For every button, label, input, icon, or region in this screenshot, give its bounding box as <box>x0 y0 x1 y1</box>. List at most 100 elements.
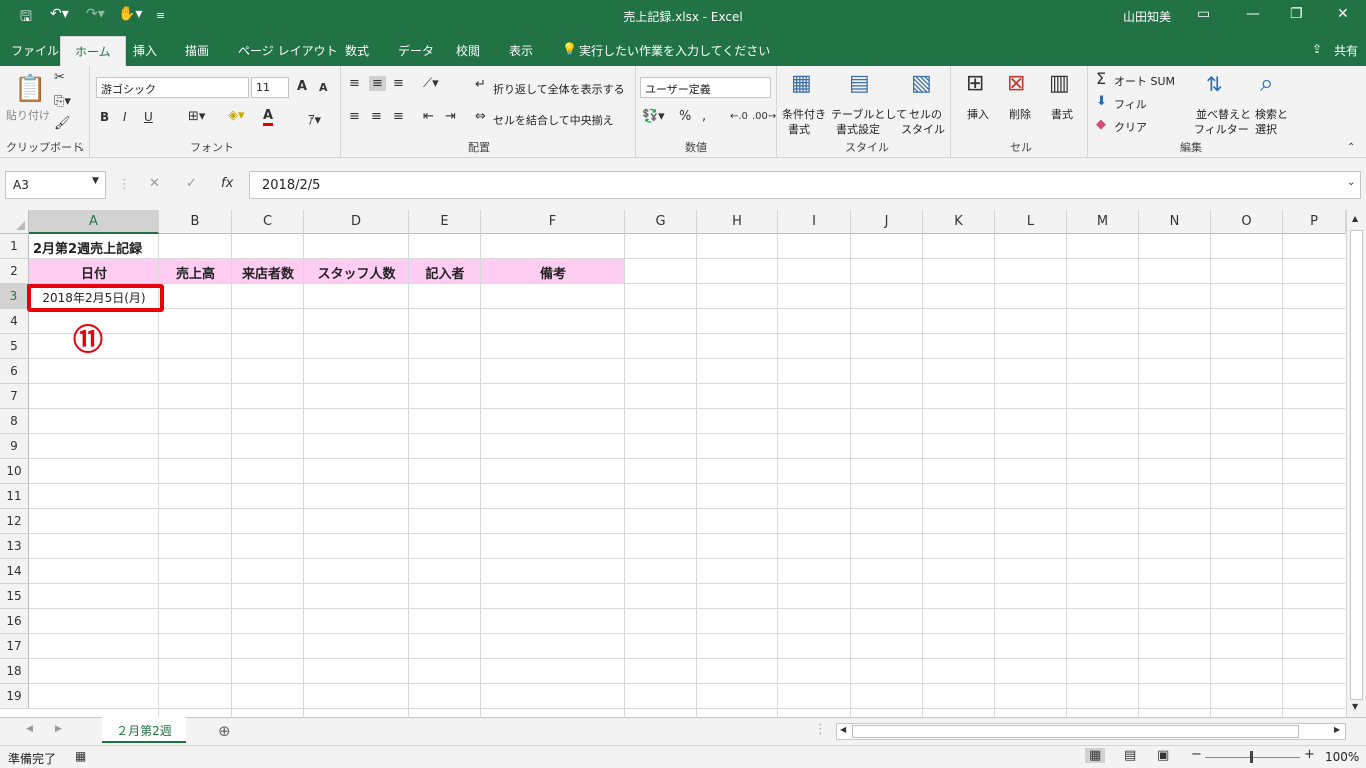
new-sheet-icon[interactable]: ⊕ <box>218 722 231 740</box>
tab-view[interactable]: 表示 <box>509 42 533 59</box>
decrease-decimal-icon[interactable]: .00→ <box>752 111 776 122</box>
tab-insert[interactable]: 挿入 <box>133 42 157 59</box>
zoom-in-icon[interactable]: + <box>1304 747 1315 762</box>
scroll-up-icon[interactable]: ▲ <box>1352 214 1358 223</box>
font-name-box[interactable]: 游ゴシック <box>96 77 249 98</box>
row-header[interactable]: 2 <box>0 259 29 284</box>
col-header-b[interactable]: B <box>159 210 232 234</box>
normal-view-icon[interactable]: ▦ <box>1085 748 1106 763</box>
find-select-button-line2[interactable]: 選択 <box>1255 121 1277 137</box>
share-button[interactable]: 共有 <box>1334 42 1358 59</box>
zoom-level[interactable]: 100% <box>1325 750 1359 764</box>
row-header[interactable]: 15 <box>0 584 29 609</box>
name-box-dropdown-icon[interactable]: ▼ <box>92 176 99 186</box>
format-painter-icon[interactable]: 🖌 <box>54 116 71 131</box>
cell-b2[interactable]: 売上高 <box>159 263 232 282</box>
prev-sheet-icon[interactable]: ◀ <box>26 724 33 734</box>
scroll-thumb[interactable] <box>1350 230 1363 700</box>
underline-button[interactable]: U <box>144 110 153 124</box>
row-header[interactable]: 10 <box>0 459 29 484</box>
format-as-table-button-line2[interactable]: 書式設定 <box>836 121 880 137</box>
tab-draw[interactable]: 描画 <box>185 42 209 59</box>
expand-formula-bar-icon[interactable]: ⌄ <box>1347 177 1355 188</box>
autosum-button[interactable]: オート SUM <box>1114 73 1175 89</box>
font-size-box[interactable]: 11 <box>251 77 289 98</box>
row-header[interactable]: 9 <box>0 434 29 459</box>
minimize-icon[interactable]: — <box>1246 6 1260 22</box>
cut-icon[interactable]: ✂ <box>54 70 65 85</box>
comma-button[interactable]: , <box>702 109 706 124</box>
clear-button[interactable]: クリア <box>1114 119 1147 135</box>
col-header-h[interactable]: H <box>697 210 778 234</box>
page-layout-view-icon[interactable]: ▤ <box>1124 748 1136 763</box>
col-header-m[interactable]: M <box>1067 210 1139 234</box>
row-header[interactable]: 6 <box>0 359 29 384</box>
sheet-tab-active[interactable]: ２月第2週 <box>102 717 186 743</box>
conditional-format-button-line2[interactable]: 書式 <box>788 121 810 137</box>
zoom-slider-thumb[interactable] <box>1250 751 1253 763</box>
tab-review[interactable]: 校閲 <box>456 42 480 59</box>
cell-styles-button-line2[interactable]: スタイル <box>901 121 945 137</box>
col-header-e[interactable]: E <box>409 210 481 234</box>
tell-me-box[interactable]: 実行したい作業を入力してください <box>579 42 770 59</box>
cell-c2[interactable]: 来店者数 <box>232 263 304 282</box>
tab-split-handle-icon[interactable]: ⋮ <box>814 722 827 737</box>
col-header-a[interactable]: A <box>29 210 159 234</box>
cancel-icon[interactable]: ✕ <box>149 176 160 191</box>
align-center-icon[interactable]: ≡ <box>371 109 382 124</box>
row-header[interactable]: 1 <box>0 234 29 259</box>
collapse-ribbon-icon[interactable]: ⌃ <box>1347 142 1355 153</box>
col-header-o[interactable]: O <box>1211 210 1283 234</box>
zoom-out-icon[interactable]: − <box>1191 747 1202 762</box>
row-header[interactable]: 4 <box>0 309 29 334</box>
next-sheet-icon[interactable]: ▶ <box>55 724 62 734</box>
sort-filter-button-line2[interactable]: フィルター <box>1194 121 1249 137</box>
cell-a2[interactable]: 日付 <box>29 263 159 282</box>
delete-cells-button[interactable]: 削除 <box>1009 106 1031 122</box>
paste-button[interactable]: 貼り付け <box>6 107 50 123</box>
cell-a1[interactable]: 2月第2週売上記録 <box>33 238 142 257</box>
tab-formulas[interactable]: 数式 <box>345 42 369 59</box>
cell-styles-button[interactable]: セルの <box>909 106 942 122</box>
orientation-icon[interactable]: ⟋▾ <box>423 76 439 91</box>
shrink-font-button[interactable]: A <box>319 81 328 94</box>
vertical-scrollbar[interactable]: ▲ ▼ <box>1346 210 1366 717</box>
row-header[interactable]: 3 <box>0 284 29 309</box>
select-all-button[interactable] <box>0 210 29 234</box>
row-header[interactable]: 16 <box>0 609 29 634</box>
row-header[interactable]: 17 <box>0 634 29 659</box>
dialog-launcher-icon[interactable]: ↘ <box>77 144 84 153</box>
col-header-f[interactable]: F <box>481 210 625 234</box>
increase-decimal-icon[interactable]: ←.0 <box>730 111 748 122</box>
format-cells-button[interactable]: 書式 <box>1051 106 1073 122</box>
col-header-p[interactable]: P <box>1283 210 1346 234</box>
scroll-left-icon[interactable]: ◀ <box>840 725 846 734</box>
scroll-right-icon[interactable]: ▶ <box>1334 725 1340 734</box>
formula-input[interactable]: 2018/2/5 <box>249 171 1361 199</box>
ribbon-display-icon[interactable]: ▭ <box>1197 6 1210 22</box>
sort-filter-button[interactable]: 並べ替えと <box>1196 106 1251 122</box>
row-header[interactable]: 7 <box>0 384 29 409</box>
scroll-down-icon[interactable]: ▼ <box>1352 702 1358 711</box>
format-as-table-button[interactable]: テーブルとして <box>831 106 907 122</box>
align-middle-icon[interactable]: ≡ <box>369 76 386 91</box>
col-header-d[interactable]: D <box>304 210 409 234</box>
cell-e2[interactable]: 記入者 <box>409 263 481 282</box>
user-name[interactable]: 山田知美 <box>1123 8 1171 25</box>
restore-icon[interactable]: ❐ <box>1290 6 1303 22</box>
paste-icon[interactable]: 📋 <box>14 74 46 104</box>
copy-icon[interactable]: ⎘▾ <box>54 94 71 109</box>
border-icon[interactable]: ⊞▾ <box>188 109 205 124</box>
percent-button[interactable]: % <box>679 109 691 124</box>
row-header[interactable]: 13 <box>0 534 29 559</box>
number-format-box[interactable]: ユーザー定義 <box>640 77 771 98</box>
find-select-button[interactable]: 検索と <box>1255 106 1288 122</box>
font-color-button[interactable]: A <box>263 108 274 126</box>
insert-function-button[interactable]: fx <box>221 176 233 191</box>
enter-icon[interactable]: ✓ <box>186 176 197 191</box>
row-header[interactable]: 12 <box>0 509 29 534</box>
merge-center-button[interactable]: セルを結合して中央揃え <box>493 112 614 128</box>
align-top-icon[interactable]: ≡ <box>349 76 360 91</box>
tab-data[interactable]: データ <box>398 42 434 59</box>
col-header-l[interactable]: L <box>995 210 1067 234</box>
